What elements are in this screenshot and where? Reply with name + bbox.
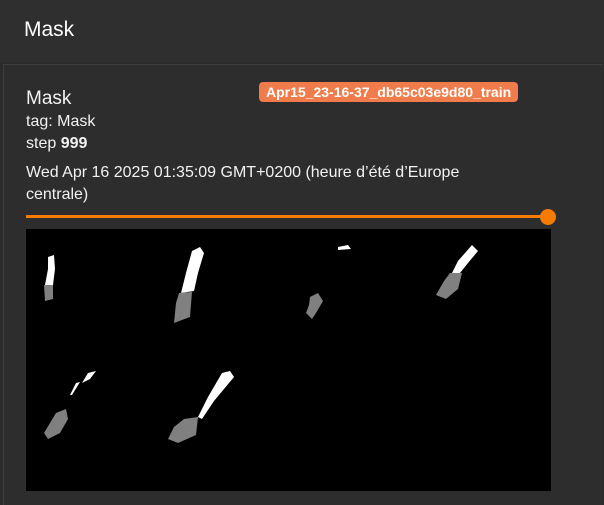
- panel-title: Mask: [24, 18, 75, 41]
- run-badge: Apr15_23-16-37_db65c03e9d80_train: [259, 82, 519, 102]
- step-prefix: step: [26, 135, 61, 152]
- slider-track: [26, 215, 548, 218]
- timestamp: Wed Apr 16 2025 01:35:09 GMT+0200 (heure…: [26, 164, 460, 203]
- mask-image: [26, 229, 551, 491]
- mask-image-svg: [26, 229, 551, 491]
- slider-thumb[interactable]: [540, 209, 556, 225]
- step-line: step 999: [26, 135, 87, 153]
- card-title: Mask: [26, 88, 72, 109]
- tag-line: tag: Mask: [26, 113, 95, 131]
- image-card: Mask Apr15_23-16-37_db65c03e9d80_train t…: [3, 64, 603, 505]
- mask-pred-shape: [44, 285, 53, 301]
- tag-value: Mask: [57, 113, 96, 130]
- panel-header: Mask: [0, 0, 604, 62]
- tag-prefix: tag:: [26, 113, 58, 130]
- step-slider[interactable]: [26, 209, 556, 225]
- step-value: 999: [60, 135, 88, 152]
